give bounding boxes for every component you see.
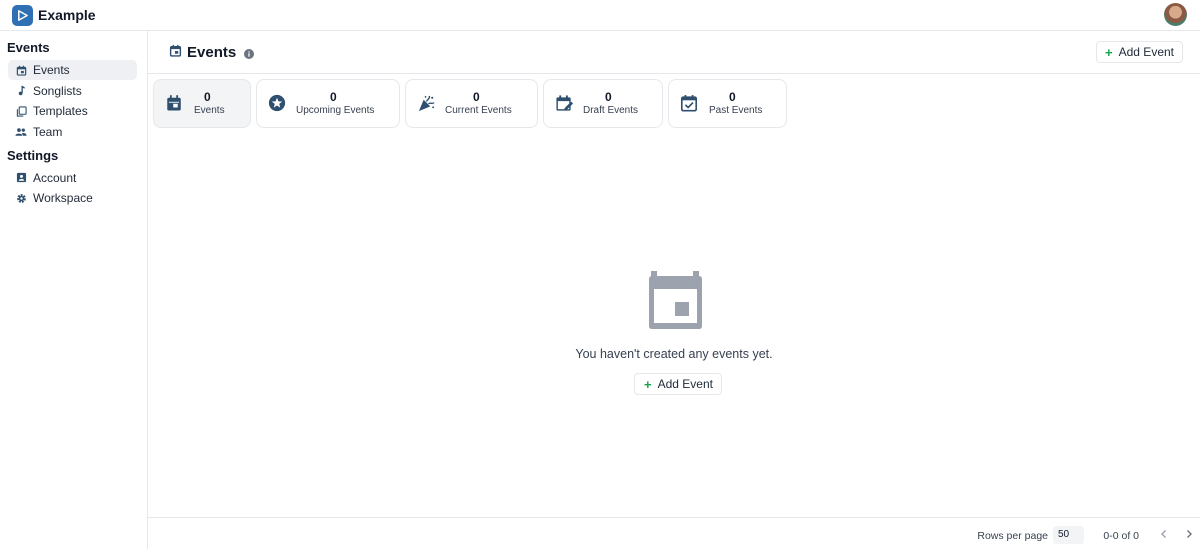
page-header: Events + Add Event — [148, 31, 1200, 74]
sidebar-item-label: Songlists — [33, 83, 82, 98]
sidebar-item-team[interactable]: Team — [8, 122, 137, 142]
sidebar-item-account[interactable]: Account — [8, 168, 137, 188]
stat-card-draft[interactable]: 0 Draft Events — [543, 79, 663, 128]
empty-state-message: You haven't created any events yet. — [575, 347, 773, 361]
party-popper-icon — [417, 94, 437, 114]
chevron-left-icon[interactable] — [1158, 528, 1170, 540]
add-event-label: Add Event — [657, 377, 713, 391]
stat-value: 0 — [473, 90, 480, 104]
sidebar-item-templates[interactable]: Templates — [8, 101, 137, 121]
sidebar-item-label: Account — [33, 170, 77, 185]
sidebar-item-songlists[interactable]: Songlists — [8, 81, 137, 101]
add-event-button[interactable]: + Add Event — [1096, 41, 1183, 63]
stat-value: 0 — [330, 90, 337, 104]
music-note-icon — [15, 85, 27, 97]
sidebar-item-events[interactable]: Events — [8, 60, 137, 80]
empty-calendar-icon — [647, 267, 705, 329]
sidebar: Events Events Songlists Templates Team S… — [0, 31, 148, 549]
sidebar-item-label: Templates — [33, 104, 88, 118]
info-icon[interactable] — [244, 47, 255, 59]
stat-card-upcoming[interactable]: 0 Upcoming Events — [256, 79, 400, 128]
rows-per-page-label: Rows per page — [977, 530, 1048, 542]
sidebar-heading-events: Events — [7, 40, 50, 55]
stat-label: Current Events — [445, 105, 512, 116]
plus-icon: + — [1105, 44, 1113, 60]
app-name[interactable]: Example — [38, 7, 96, 23]
calendar-check-icon — [680, 94, 700, 114]
add-event-label: Add Event — [1118, 45, 1174, 59]
calendar-icon — [15, 64, 27, 76]
sidebar-item-label: Events — [33, 63, 70, 77]
stat-label: Events — [194, 105, 225, 116]
sidebar-heading-settings: Settings — [7, 147, 59, 163]
pagination-range: 0-0 of 0 — [1103, 530, 1139, 542]
stat-card-events[interactable]: 0 Events — [153, 79, 251, 128]
calendar-edit-icon — [555, 94, 575, 114]
main-content: Events + Add Event 0 Events 0 Upcoming E… — [148, 31, 1200, 549]
app-logo-icon[interactable] — [12, 4, 33, 26]
sidebar-item-workspace[interactable]: Workspace — [8, 188, 137, 208]
gear-icon — [15, 192, 27, 204]
calendar-icon — [169, 44, 182, 60]
stat-card-current[interactable]: 0 Current Events — [405, 79, 538, 128]
sidebar-item-label: Team — [33, 124, 63, 139]
stat-value: 0 — [204, 90, 211, 104]
stat-label: Draft Events — [583, 105, 639, 116]
stat-label: Upcoming Events — [296, 105, 375, 116]
user-avatar[interactable] — [1164, 3, 1187, 26]
sidebar-item-label: Workspace — [33, 191, 93, 205]
plus-icon: + — [644, 376, 652, 392]
chevron-right-icon[interactable] — [1183, 528, 1195, 540]
stat-value: 0 — [729, 90, 736, 104]
stat-value: 0 — [605, 90, 612, 104]
page-title: Events — [187, 43, 237, 61]
account-box-icon — [15, 172, 27, 184]
stat-card-past[interactable]: 0 Past Events — [668, 79, 787, 128]
top-bar: Example — [0, 0, 1200, 31]
star-icon — [268, 94, 288, 114]
rows-per-page-select[interactable]: 50 — [1053, 526, 1084, 544]
people-icon — [15, 126, 27, 138]
copy-icon — [15, 105, 27, 117]
stat-label: Past Events — [709, 105, 763, 116]
table-footer: Rows per page 50 0-0 of 0 — [148, 517, 1200, 549]
calendar-icon — [165, 94, 185, 114]
empty-add-event-button[interactable]: + Add Event — [634, 373, 722, 395]
